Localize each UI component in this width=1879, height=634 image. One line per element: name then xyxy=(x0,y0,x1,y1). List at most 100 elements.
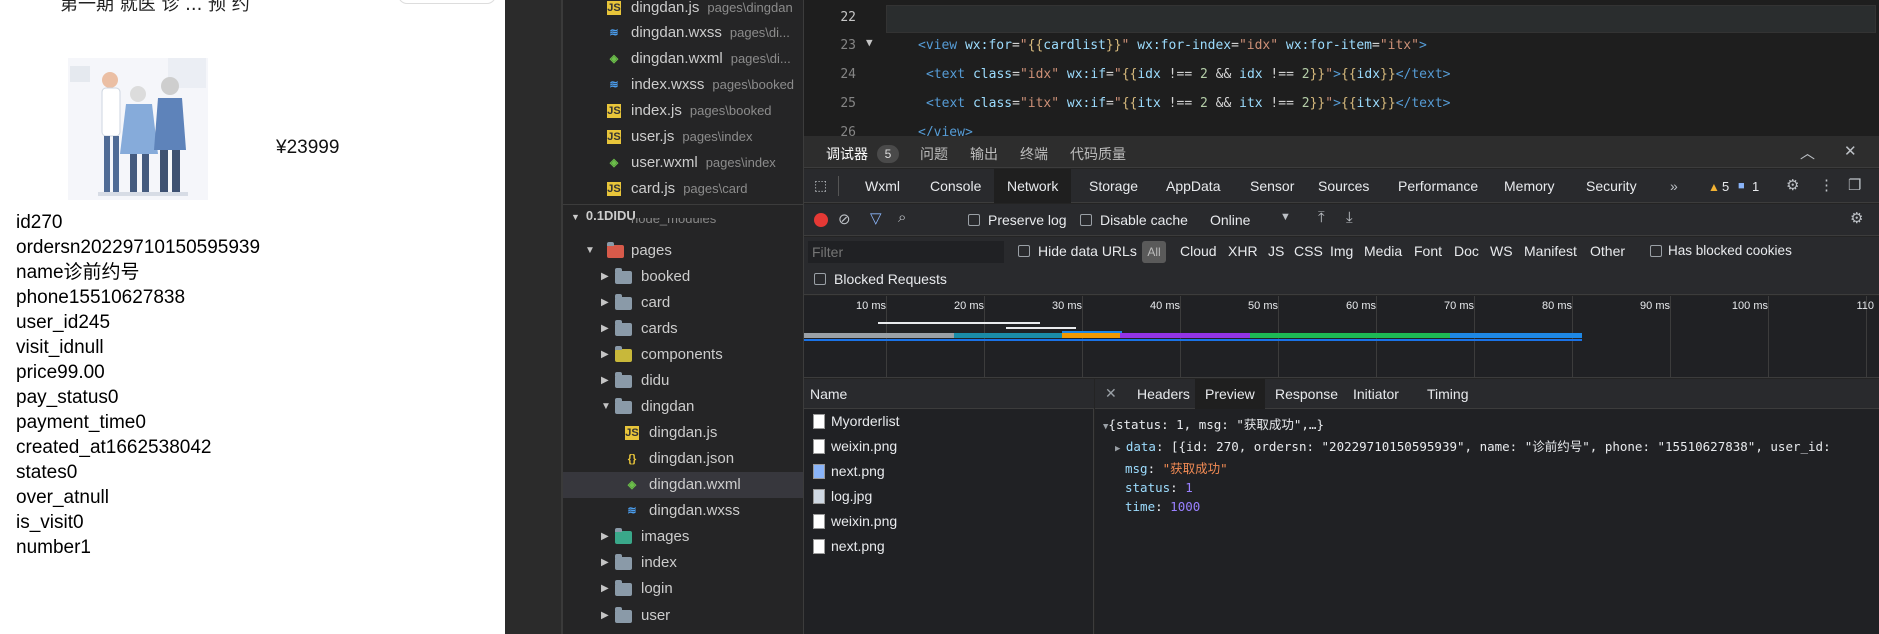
request-row[interactable]: next.png xyxy=(804,459,1094,484)
tree-folder-pages[interactable]: ▼ pages xyxy=(563,238,803,264)
export-icon[interactable]: ⤓ xyxy=(1346,209,1353,226)
name-column-header[interactable]: Name xyxy=(804,379,1094,409)
more-vert-icon[interactable]: ⋮ xyxy=(1819,176,1834,194)
filter-xhr[interactable]: XHR xyxy=(1228,243,1258,259)
request-row[interactable]: Myorderlist xyxy=(804,409,1094,434)
tab-terminal[interactable]: 终端 xyxy=(1020,144,1048,164)
tab-memory[interactable]: Memory xyxy=(1504,178,1555,194)
tree-folder-dingdan[interactable]: ▼ dingdan xyxy=(563,394,803,420)
tree-file-dingdan-js[interactable]: JS dingdan.js xyxy=(563,420,803,446)
disable-cache-checkbox[interactable] xyxy=(1080,214,1092,226)
filter-ws[interactable]: WS xyxy=(1490,243,1513,259)
preserve-log-checkbox[interactable] xyxy=(968,214,980,226)
filter-input[interactable] xyxy=(808,241,1004,263)
chevron-up-icon[interactable]: ︿ xyxy=(1800,142,1815,163)
tree-folder-cards[interactable]: ▶ cards xyxy=(563,316,803,342)
record-icon[interactable] xyxy=(814,213,828,227)
json-preview[interactable]: ▼{status: 1, msg: "获取成功",…} ▶ data: [{id:… xyxy=(1103,415,1831,516)
throttle-select[interactable]: Online xyxy=(1210,212,1250,228)
chevron-down-icon: ▼ xyxy=(601,401,611,412)
request-row[interactable]: log.jpg xyxy=(804,484,1094,509)
tab-timing[interactable]: Timing xyxy=(1417,379,1479,409)
info-icon[interactable]: ■ xyxy=(1738,180,1745,192)
tree-folder-booked[interactable]: ▶ booked xyxy=(563,264,803,290)
request-row[interactable]: weixin.png xyxy=(804,509,1094,534)
tab-performance[interactable]: Performance xyxy=(1398,178,1478,194)
json-value: [{id: 270, ordersn: "20229710150595939",… xyxy=(1171,439,1831,454)
tab-preview[interactable]: Preview xyxy=(1195,379,1265,409)
search-icon[interactable]: ⌕ xyxy=(898,209,906,226)
blocked-requests-checkbox[interactable] xyxy=(814,273,826,285)
filter-js[interactable]: JS xyxy=(1268,243,1284,259)
open-file-dingdan-wxss[interactable]: ≋ dingdan.wxss pages\di... xyxy=(563,20,803,46)
open-file-dingdan-wxml[interactable]: ◈ dingdan.wxml pages\di... xyxy=(563,46,803,72)
hide-data-urls-checkbox[interactable] xyxy=(1018,245,1030,257)
clear-icon[interactable]: ⊘ xyxy=(838,210,851,228)
open-file-index-js[interactable]: JS index.js pages\booked xyxy=(563,98,803,124)
request-list: Name Myorderlist weixin.png next.png log… xyxy=(804,379,1094,634)
inspect-element-icon[interactable]: ⬚ xyxy=(814,177,827,194)
tab-sources[interactable]: Sources xyxy=(1318,178,1369,194)
tree-folder-user[interactable]: ▶ user xyxy=(563,603,803,629)
tree-folder-didu[interactable]: ▶ didu xyxy=(563,368,803,394)
fold-chevron-icon[interactable]: ▼ xyxy=(866,36,873,49)
tab-wxml[interactable]: Wxml xyxy=(865,178,900,194)
settings-gear-icon[interactable]: ⚙ xyxy=(1850,209,1863,227)
tree-file-dingdan-wxss[interactable]: ≋ dingdan.wxss xyxy=(563,498,803,524)
preview-summary-row[interactable]: ▼{status: 1, msg: "获取成功",…} xyxy=(1103,415,1831,437)
filter-img[interactable]: Img xyxy=(1330,243,1353,259)
json-value: "获取成功" xyxy=(1162,461,1228,476)
tree-folder-login[interactable]: ▶ login xyxy=(563,576,803,602)
filter-css[interactable]: CSS xyxy=(1294,243,1323,259)
open-file-card-js[interactable]: JS card.js pages\card xyxy=(563,176,803,202)
filter-all-button[interactable]: All xyxy=(1142,241,1166,263)
request-row[interactable]: weixin.png xyxy=(804,434,1094,459)
request-row[interactable]: next.png xyxy=(804,534,1094,559)
tab-code-quality[interactable]: 代码质量 xyxy=(1070,144,1126,164)
tab-debugger[interactable]: 调试器 xyxy=(826,144,868,164)
tab-security[interactable]: Security xyxy=(1586,178,1637,194)
filter-icon[interactable]: ▽ xyxy=(870,209,882,227)
dropdown-arrow-icon[interactable]: ▼ xyxy=(1280,211,1291,223)
gear-icon[interactable]: ⚙ xyxy=(1786,176,1799,194)
close-icon[interactable]: ✕ xyxy=(1844,142,1857,160)
filter-doc[interactable]: Doc xyxy=(1454,243,1479,259)
tree-folder-images[interactable]: ▶ images xyxy=(563,524,803,550)
tab-network[interactable]: Network xyxy=(994,169,1072,203)
dock-icon[interactable]: ❐ xyxy=(1848,176,1861,194)
preview-data-row[interactable]: ▶ data: [{id: 270, ordersn: "20229710150… xyxy=(1103,437,1831,459)
tab-response[interactable]: Response xyxy=(1265,379,1348,409)
tree-folder-card[interactable]: ▶ card xyxy=(563,290,803,316)
filter-media[interactable]: Media xyxy=(1364,243,1402,259)
open-file-dingdan-js[interactable]: JS dingdan.js pages\dingdan xyxy=(563,0,803,21)
open-file-index-wxss[interactable]: ≋ index.wxss pages\booked xyxy=(563,72,803,98)
tab-initiator[interactable]: Initiator xyxy=(1343,379,1409,409)
tree-folder-components[interactable]: ▶ components xyxy=(563,342,803,368)
blocked-cookies-checkbox[interactable] xyxy=(1650,245,1662,257)
filter-cloud[interactable]: Cloud xyxy=(1180,243,1217,259)
filter-manifest[interactable]: Manifest xyxy=(1524,243,1577,259)
tree-folder-index[interactable]: ▶ index xyxy=(563,550,803,576)
open-file-user-wxml[interactable]: ◈ user.wxml pages\index xyxy=(563,150,803,176)
tab-problems[interactable]: 问题 xyxy=(920,144,948,164)
tab-headers[interactable]: Headers xyxy=(1127,379,1200,409)
capsule-button[interactable] xyxy=(398,0,496,4)
close-icon[interactable]: ✕ xyxy=(1105,385,1117,402)
filter-other[interactable]: Other xyxy=(1590,243,1625,259)
tab-appdata[interactable]: AppData xyxy=(1166,178,1220,194)
preserve-log-label: Preserve log xyxy=(988,212,1067,228)
tab-storage[interactable]: Storage xyxy=(1089,178,1138,194)
tab-console[interactable]: Console xyxy=(930,178,981,194)
tab-output[interactable]: 输出 xyxy=(970,144,998,164)
network-timeline[interactable]: 10 ms 20 ms 30 ms 40 ms 50 ms 60 ms 70 m… xyxy=(804,296,1879,378)
warning-icon[interactable]: ▲ xyxy=(1708,180,1720,194)
tab-sensor[interactable]: Sensor xyxy=(1250,178,1294,194)
open-file-user-js[interactable]: JS user.js pages\index xyxy=(563,124,803,150)
code-editor[interactable]: 22 23 ▼ 24 25 26 <view wx:for="{{cardlis… xyxy=(804,0,1879,136)
wxml-icon: ◈ xyxy=(609,157,619,169)
filter-font[interactable]: Font xyxy=(1414,243,1442,259)
more-tabs-icon[interactable]: » xyxy=(1670,178,1678,194)
import-icon[interactable]: ⤒ xyxy=(1318,209,1325,226)
tree-file-dingdan-json[interactable]: {} dingdan.json xyxy=(563,446,803,472)
tree-file-dingdan-wxml[interactable]: ◈ dingdan.wxml xyxy=(563,472,803,498)
